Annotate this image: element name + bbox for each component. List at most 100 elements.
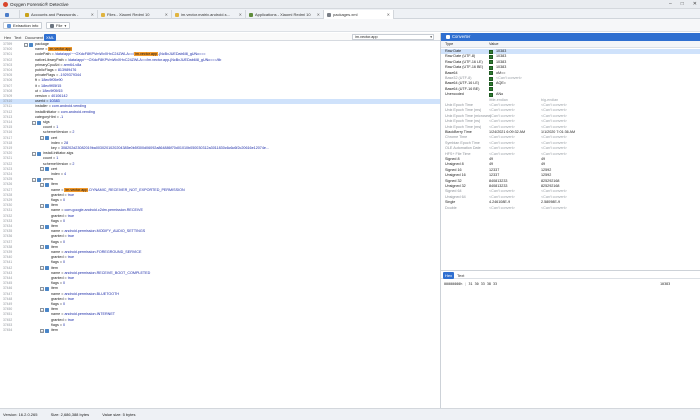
home-icon: [5, 12, 9, 17]
xml-element-icon: [45, 307, 49, 312]
node-value: -1929379344: [59, 73, 82, 78]
collapse-icon[interactable]: −: [24, 42, 28, 47]
tab-packages-xml[interactable]: packages.xml ✕: [324, 10, 394, 19]
status-value-size: Value size: 5 bytes: [102, 412, 136, 417]
close-tab-icon[interactable]: ✕: [91, 12, 94, 17]
tree-node[interactable]: 37454 + item: [0, 328, 440, 333]
node-key: flags =: [51, 302, 63, 306]
node-key: perms: [43, 177, 54, 182]
node-key: flags =: [51, 281, 63, 286]
node-value: 2: [72, 161, 75, 166]
node-key: granted =: [51, 276, 68, 280]
status-size: Size: 2,686,388 bytes: [50, 412, 90, 417]
node-value: 1: [56, 156, 59, 161]
tab-applications[interactable]: Applications - Xiaomi Redmi 10 ✕: [246, 10, 324, 19]
tab-files[interactable]: Files - Xiaomi Redmi 10 ✕: [98, 10, 172, 19]
collapse-icon[interactable]: −: [40, 136, 44, 141]
xml-element-icon: [45, 266, 49, 271]
xml-element-icon: [45, 136, 49, 141]
xml-path-combobox[interactable]: im.vector.app ▾: [352, 34, 434, 40]
column-type[interactable]: Type: [445, 42, 453, 46]
converter-value-be: <Can't convert>: [541, 205, 567, 210]
node-value: 1: [56, 125, 59, 130]
node-key: installer =: [35, 104, 52, 109]
collapse-icon[interactable]: −: [40, 266, 44, 271]
file-icon: [50, 23, 54, 28]
node-key: granted =: [51, 296, 68, 301]
tab-text[interactable]: Text: [12, 34, 23, 41]
node-key: name =: [35, 47, 49, 52]
xml-element-icon: [29, 42, 33, 47]
collapse-icon[interactable]: −: [40, 224, 44, 229]
node-key: granted =: [51, 192, 68, 197]
tab-home[interactable]: [2, 10, 20, 19]
xml-element-icon: [45, 286, 49, 291]
file-menu-button[interactable]: File ▾: [46, 22, 71, 29]
tab-accounts-passwords[interactable]: Accounts and Passwords - ✕: [22, 10, 98, 19]
converter-row[interactable]: Double <Can't convert> <Can't convert>: [441, 206, 700, 211]
chevron-down-icon: ▾: [430, 35, 432, 39]
node-key: name =: [51, 187, 65, 192]
collapse-icon[interactable]: −: [40, 203, 44, 208]
node-value: 18ec9f05e90: [41, 78, 63, 83]
node-key: item: [51, 286, 58, 291]
encoding-flag-icon: [489, 71, 493, 76]
node-key: name =: [51, 229, 65, 234]
node-key: flags =: [51, 322, 63, 327]
tab-xml[interactable]: XML: [44, 34, 57, 41]
close-tab-icon[interactable]: ✕: [165, 12, 168, 17]
node-key: granted =: [51, 213, 68, 218]
collapse-icon[interactable]: −: [40, 307, 44, 312]
collapse-icon[interactable]: −: [32, 177, 36, 182]
converter-type: Double: [445, 205, 457, 210]
converter-value: <Can't convert>: [489, 205, 515, 210]
app-logo-icon: [3, 2, 8, 7]
maximize-button[interactable]: □: [681, 1, 684, 7]
hex-offset: 00000000h: [444, 282, 463, 286]
node-value: 18ec9f05f15: [41, 83, 62, 88]
extraction-info-button[interactable]: Extraction info: [3, 22, 43, 29]
column-value[interactable]: Value: [489, 42, 498, 46]
collapse-icon[interactable]: −: [40, 245, 44, 250]
collapse-icon[interactable]: −: [40, 286, 44, 291]
search-highlight: im.vector.app: [64, 187, 89, 192]
collapse-icon[interactable]: −: [40, 182, 44, 187]
close-tab-icon[interactable]: ✕: [317, 12, 320, 17]
tab-hex-view[interactable]: Hex: [443, 272, 455, 279]
minimize-button[interactable]: –: [669, 1, 672, 7]
collapse-icon[interactable]: −: [32, 120, 36, 125]
node-value: 0: [63, 198, 66, 202]
node-key: item: [51, 203, 58, 208]
xml-element-icon: [37, 151, 41, 156]
close-tab-icon[interactable]: ✕: [239, 12, 242, 17]
xml-tree-view[interactable]: 37399− package 37400 name = im.vector.app 37…: [0, 42, 440, 407]
node-key: count =: [43, 156, 57, 161]
node-value-tail: .DYNAMIC_RECEIVER_NOT_EXPORTED_PERMISSIO…: [88, 187, 185, 192]
node-value: arm64-v8a: [63, 62, 82, 67]
node-key: key =: [51, 146, 61, 150]
node-key: categoryHint =: [35, 114, 60, 119]
key-icon: [25, 12, 29, 17]
tab-document[interactable]: Document: [23, 34, 45, 41]
line-number: 37454: [3, 328, 13, 332]
collapse-icon[interactable]: −: [40, 167, 44, 172]
node-text: item: [51, 328, 58, 333]
node-value: 0: [63, 302, 66, 306]
close-window-button[interactable]: ✕: [693, 1, 697, 7]
collapse-icon[interactable]: −: [32, 151, 36, 156]
apps-icon: [249, 12, 253, 17]
node-key: cert: [51, 166, 58, 171]
node-value: true: [67, 255, 75, 260]
node-value: 0: [63, 218, 66, 223]
tab-text-view[interactable]: Text: [455, 272, 466, 279]
tab-im-vector[interactable]: im.vector.matrix.android.s... ✕: [172, 10, 246, 19]
node-key: primaryCpuAbi =: [35, 62, 64, 67]
close-tab-icon[interactable]: ✕: [387, 12, 390, 17]
encoding-flag-icon: [489, 60, 493, 65]
expand-icon[interactable]: +: [40, 328, 44, 333]
hex-line[interactable]: 00000000h | 31 30 33 38 33 10383: [444, 282, 694, 288]
hex-bytes: 31 30 33 38 33: [468, 282, 498, 286]
node-value: 10383: [49, 99, 60, 104]
encoding-flag-icon: [489, 76, 493, 81]
node-value: 0: [63, 322, 66, 327]
